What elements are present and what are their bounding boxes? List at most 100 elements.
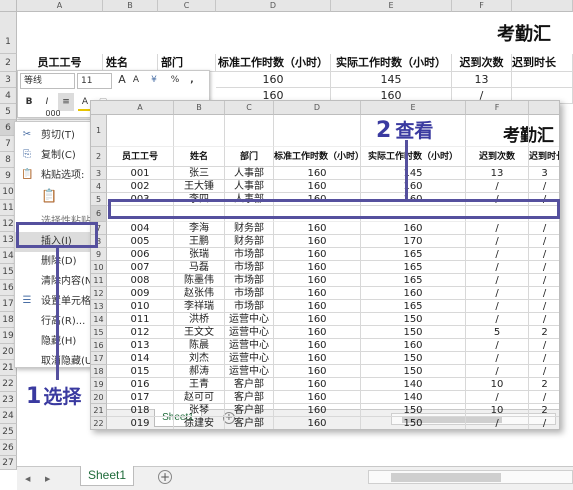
data-cell[interactable]: / bbox=[466, 352, 529, 365]
row-header[interactable]: 3 bbox=[0, 72, 17, 88]
data-cell[interactable]: / bbox=[466, 365, 529, 378]
data-cell[interactable]: 财务部 bbox=[225, 222, 274, 235]
data-cell[interactable]: 160 bbox=[274, 313, 361, 326]
row-header[interactable]: 22 bbox=[0, 376, 17, 392]
menu-item-format-cells[interactable]: ☰ 设置单元格 bbox=[15, 292, 92, 312]
data-cell[interactable]: 郝涛 bbox=[174, 365, 225, 378]
tab-scroll-left-icon[interactable]: ◀ bbox=[25, 475, 30, 483]
column-header[interactable]: A bbox=[107, 101, 174, 115]
data-cell[interactable]: 010 bbox=[107, 300, 174, 313]
data-cell[interactable]: 徐建安 bbox=[174, 417, 225, 429]
data-cell[interactable]: 160 bbox=[274, 180, 361, 193]
data-cell[interactable]: 160 bbox=[274, 167, 361, 180]
menu-item-row-height[interactable]: 行高(R)... bbox=[15, 312, 92, 332]
data-cell[interactable]: 170 bbox=[361, 235, 466, 248]
data-cell[interactable]: / bbox=[529, 274, 559, 287]
row-header[interactable]: 22 bbox=[91, 417, 107, 429]
data-cell[interactable]: / bbox=[529, 287, 559, 300]
data-cell[interactable] bbox=[529, 115, 559, 147]
menu-item-delete[interactable]: 删除(D) bbox=[15, 252, 92, 272]
select-all-corner[interactable] bbox=[0, 0, 17, 12]
data-cell[interactable]: / bbox=[466, 180, 529, 193]
data-cell[interactable]: 5 bbox=[466, 326, 529, 339]
data-cell[interactable]: 人事部 bbox=[225, 180, 274, 193]
header-cell[interactable]: 标准工作时数（小时） bbox=[274, 147, 361, 167]
data-cell[interactable]: 008 bbox=[107, 274, 174, 287]
data-cell[interactable]: 017 bbox=[107, 391, 174, 404]
data-cell[interactable]: 财务部 bbox=[225, 235, 274, 248]
data-cell[interactable]: 145 bbox=[331, 72, 452, 88]
data-cell[interactable]: 160 bbox=[274, 417, 361, 429]
data-cell[interactable]: 客户部 bbox=[225, 391, 274, 404]
row-header[interactable]: 3 bbox=[91, 167, 107, 180]
data-cell[interactable]: 2 bbox=[529, 326, 559, 339]
data-cell[interactable]: 李祥瑞 bbox=[174, 300, 225, 313]
row-header[interactable]: 10 bbox=[91, 261, 107, 274]
data-cell[interactable]: 018 bbox=[107, 404, 174, 417]
data-cell[interactable]: / bbox=[466, 274, 529, 287]
data-cell[interactable]: 2 bbox=[529, 378, 559, 391]
data-cell[interactable]: 007 bbox=[107, 261, 174, 274]
row-header[interactable]: 24 bbox=[0, 408, 17, 424]
row-header[interactable]: 12 bbox=[91, 287, 107, 300]
data-cell[interactable]: 150 bbox=[361, 313, 466, 326]
data-cell[interactable]: / bbox=[529, 248, 559, 261]
data-cell[interactable]: 10 bbox=[466, 404, 529, 417]
data-cell[interactable]: 140 bbox=[361, 391, 466, 404]
data-cell[interactable]: 015 bbox=[107, 365, 174, 378]
column-header[interactable]: F bbox=[466, 101, 529, 115]
data-cell[interactable]: 2 bbox=[529, 404, 559, 417]
data-cell[interactable]: 019 bbox=[107, 417, 174, 429]
menu-item-clear-contents[interactable]: 清除内容(N) bbox=[15, 272, 92, 292]
data-cell[interactable] bbox=[512, 72, 573, 88]
data-cell[interactable]: / bbox=[529, 313, 559, 326]
data-cell[interactable]: 客户部 bbox=[225, 378, 274, 391]
row-header[interactable]: 25 bbox=[0, 424, 17, 440]
row-header[interactable]: 1 bbox=[0, 12, 17, 54]
data-cell[interactable]: 001 bbox=[107, 167, 174, 180]
row-header[interactable]: 21 bbox=[91, 404, 107, 417]
header-cell[interactable]: 实际工作时数（小时） bbox=[361, 147, 466, 167]
row-header[interactable]: 16 bbox=[91, 339, 107, 352]
add-sheet-icon[interactable]: + bbox=[158, 470, 172, 484]
data-cell[interactable]: 王文文 bbox=[174, 326, 225, 339]
bold-button[interactable]: B bbox=[22, 95, 36, 109]
data-cell[interactable]: 160 bbox=[274, 261, 361, 274]
header-cell[interactable]: 部门 bbox=[225, 147, 274, 167]
data-cell[interactable]: 160 bbox=[274, 248, 361, 261]
row-header[interactable]: 4 bbox=[0, 88, 17, 104]
data-cell[interactable]: 011 bbox=[107, 313, 174, 326]
data-cell[interactable]: 013 bbox=[107, 339, 174, 352]
comma-button[interactable]: , bbox=[186, 73, 198, 87]
data-cell[interactable]: 005 bbox=[107, 235, 174, 248]
row-header[interactable]: 6 bbox=[91, 206, 107, 222]
data-cell[interactable]: / bbox=[466, 287, 529, 300]
data-cell[interactable]: / bbox=[466, 261, 529, 274]
row-header[interactable]: 23 bbox=[0, 392, 17, 408]
column-header[interactable]: D bbox=[274, 101, 361, 115]
data-cell[interactable] bbox=[274, 115, 361, 147]
data-cell[interactable]: 市场部 bbox=[225, 248, 274, 261]
data-cell[interactable]: 016 bbox=[107, 378, 174, 391]
data-cell[interactable]: / bbox=[529, 339, 559, 352]
row-header[interactable]: 27 bbox=[0, 456, 17, 470]
data-cell[interactable]: 140 bbox=[361, 378, 466, 391]
column-header[interactable]: B bbox=[174, 101, 225, 115]
menu-item-copy[interactable]: ⎘ 复制(C) bbox=[15, 146, 92, 166]
data-cell[interactable]: 160 bbox=[274, 352, 361, 365]
column-header[interactable]: C bbox=[158, 0, 216, 12]
row-header[interactable]: 2 bbox=[91, 147, 107, 167]
increase-font-button[interactable]: A bbox=[116, 73, 128, 87]
data-cell[interactable]: 012 bbox=[107, 326, 174, 339]
data-cell[interactable]: 王大锤 bbox=[174, 180, 225, 193]
column-header[interactable]: D bbox=[216, 0, 331, 12]
data-cell[interactable]: 160 bbox=[274, 222, 361, 235]
data-cell[interactable]: 165 bbox=[361, 248, 466, 261]
data-cell[interactable]: / bbox=[529, 235, 559, 248]
data-cell[interactable]: 运营中心 bbox=[225, 339, 274, 352]
data-cell[interactable]: 运营中心 bbox=[225, 313, 274, 326]
header-cell[interactable]: 实际工作时数（小时） bbox=[331, 54, 452, 72]
data-cell[interactable]: 洪桥 bbox=[174, 313, 225, 326]
data-cell[interactable]: 运营中心 bbox=[225, 365, 274, 378]
data-cell[interactable]: 王青 bbox=[174, 378, 225, 391]
